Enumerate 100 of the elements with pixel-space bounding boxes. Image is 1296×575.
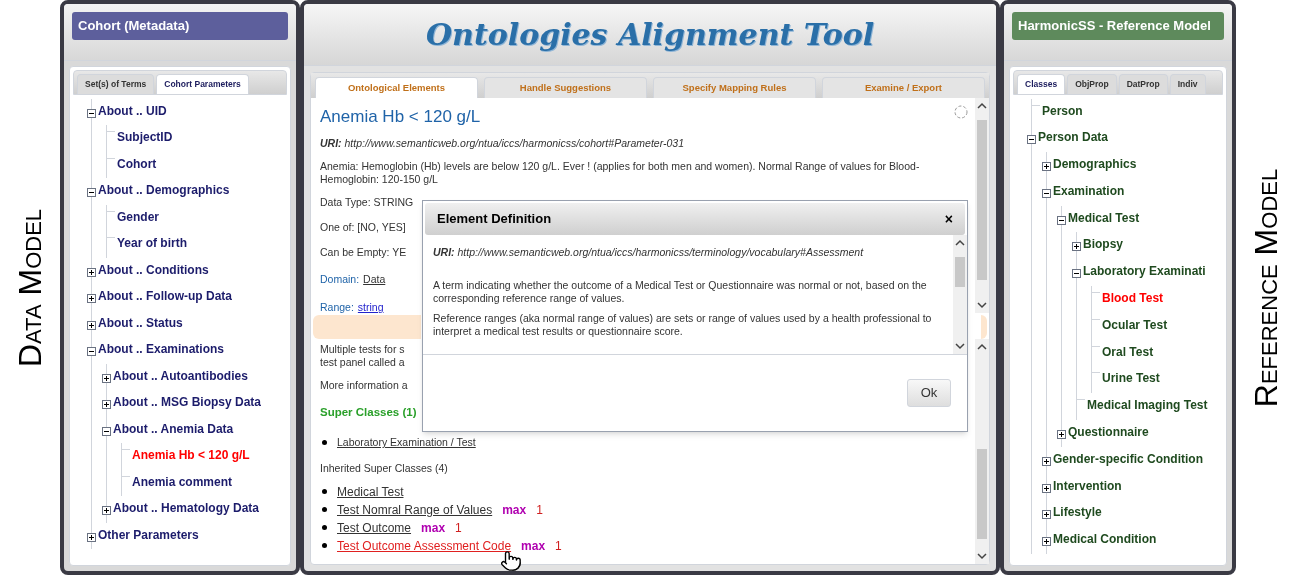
field-label: Range: (320, 300, 354, 316)
bullet-icon (322, 507, 327, 512)
scrollbar-thumb[interactable] (955, 257, 965, 287)
tree-item[interactable]: Cohort (117, 154, 157, 173)
tree-item[interactable]: Year of birth (117, 234, 187, 252)
class-link[interactable]: Laboratory Examination / Test (337, 435, 476, 451)
ok-button[interactable]: Ok (907, 379, 951, 407)
scroll-up-icon[interactable] (977, 343, 987, 351)
section-heading: Inherited Super Classes (4) (320, 460, 449, 476)
restriction-keyword: max (421, 519, 446, 537)
tree-item[interactable]: Oral Test (1102, 342, 1154, 361)
tree-item[interactable]: About .. Follow-up Data (98, 287, 232, 305)
description-text: Anemia: Hemoglobin (Hb) levels are below 120 g/L. Ever ! (applies for both men and women). Normal Range of values for Blood-Hemoglobin: 120-150 g/L (320, 160, 921, 187)
tree-item[interactable]: Other Parameters (98, 525, 199, 544)
tree-item[interactable]: Anemia Hb < 120 g/L (132, 446, 250, 464)
scroll-up-icon[interactable] (955, 239, 965, 247)
tree-item[interactable]: About .. Status (98, 313, 183, 332)
tree-item[interactable]: Lifestyle (1053, 503, 1102, 522)
collapse-icon[interactable] (1057, 215, 1066, 225)
range-link[interactable]: string (357, 300, 384, 316)
expand-icon[interactable] (1042, 162, 1051, 172)
tab[interactable]: ObjProp (1067, 73, 1117, 94)
tree-item[interactable]: SubjectID (117, 128, 173, 146)
notice-bar (981, 315, 987, 339)
element-heading: Anemia Hb < 120 g/L (320, 106, 481, 128)
tab[interactable]: DatProp (1118, 73, 1168, 94)
scrollbar[interactable] (975, 339, 989, 564)
expand-icon[interactable] (1057, 430, 1066, 440)
scrollbar-thumb[interactable] (977, 120, 987, 280)
tree-item[interactable]: About .. Demographics (98, 181, 230, 199)
expand-icon[interactable] (102, 506, 111, 515)
bullet-icon (322, 543, 327, 548)
tree-item[interactable]: Intervention (1053, 476, 1122, 495)
definition-text: Reference ranges (aka normal range of values) are sets or range of values used by a health professional to interpret a medical test results or questionnaire score. (433, 311, 933, 338)
tree-item[interactable]: Person (1042, 101, 1083, 120)
tree-item[interactable]: About .. Hematology Data (113, 499, 259, 517)
note-text: Multiple tests for s test panel called a (320, 343, 405, 369)
expand-icon[interactable] (87, 267, 96, 277)
tree-item[interactable]: Laboratory Examinati (1083, 262, 1206, 281)
tree-item[interactable]: Ocular Test (1102, 315, 1168, 334)
fact-text: Can be Empty: YE (320, 244, 407, 260)
expand-icon[interactable] (1042, 537, 1051, 547)
scrollbar[interactable] (953, 235, 967, 354)
tab[interactable]: Cohort Parameters (156, 73, 249, 94)
tree-item[interactable]: About .. Examinations (98, 340, 224, 358)
expand-icon[interactable] (1042, 456, 1051, 466)
expand-icon[interactable] (87, 320, 96, 330)
cardinality-value: 1 (455, 519, 462, 537)
collapse-icon[interactable] (1072, 269, 1081, 279)
tree-item[interactable]: Biopsy (1083, 235, 1123, 254)
tree-item[interactable]: About .. Autoantibodies (113, 366, 248, 385)
class-link[interactable]: Test Nomral Range of Values (337, 500, 493, 519)
scroll-down-icon[interactable] (977, 301, 987, 309)
scrollbar-thumb[interactable] (977, 449, 987, 539)
collapse-icon[interactable] (1042, 188, 1051, 198)
uri-text: URI: http://www.semanticweb.org/ntua/iccs/harmonicss/cohort#Parameter-031 (320, 135, 685, 151)
tree-item[interactable]: Medical Condition (1053, 530, 1157, 549)
tree-item[interactable]: Medical Test (1068, 208, 1140, 227)
expand-icon[interactable] (1042, 483, 1051, 493)
scroll-up-icon[interactable] (977, 102, 987, 110)
fact-text: One of: [NO, YES] (320, 220, 406, 235)
tree-item[interactable]: Urine Test (1102, 369, 1160, 388)
tree-item[interactable]: About .. MSG Biopsy Data (113, 393, 261, 411)
tree-item[interactable]: About .. Anemia Data (113, 419, 234, 438)
expand-icon[interactable] (1042, 510, 1051, 520)
tree-item[interactable]: Blood Test (1102, 289, 1164, 308)
tab[interactable]: Set(s) of Terms (77, 73, 155, 94)
tree-item[interactable]: Demographics (1053, 155, 1137, 174)
tree-item[interactable]: Gender (117, 207, 159, 226)
tab[interactable]: Ontological Elements (315, 77, 478, 98)
tree-item[interactable]: Person Data (1038, 128, 1109, 147)
tree-item[interactable]: Questionnaire (1068, 423, 1149, 442)
tree-item[interactable]: Gender-specific Condition (1053, 449, 1203, 468)
expand-icon[interactable] (87, 294, 96, 303)
scroll-down-icon[interactable] (955, 342, 965, 350)
class-link[interactable]: Test Outcome (337, 518, 412, 537)
tree-item[interactable]: Anemia comment (132, 472, 233, 491)
tree-item[interactable]: About .. UID (98, 101, 167, 120)
domain-link[interactable]: Data (363, 271, 386, 288)
expand-icon[interactable] (102, 400, 111, 409)
expand-icon[interactable] (1072, 242, 1081, 252)
class-link[interactable]: Medical Test (337, 482, 404, 501)
class-link[interactable]: Test Outcome Assessment Code (337, 536, 512, 555)
expand-icon[interactable] (87, 532, 96, 542)
uri-text: URI: http://www.semanticweb.org/ntua/iccs/harmonicss/terminology/vocabulary#Assessment (433, 245, 865, 260)
expand-icon[interactable] (102, 373, 111, 383)
scroll-down-icon[interactable] (977, 552, 987, 560)
close-button[interactable]: × (944, 208, 953, 230)
tab[interactable]: Classes (1017, 73, 1066, 94)
tree-item[interactable]: About .. Conditions (98, 260, 209, 279)
collapse-icon[interactable] (87, 108, 96, 118)
collapse-icon[interactable] (102, 426, 111, 436)
tab[interactable]: Indiv (1169, 73, 1206, 94)
tree-item[interactable]: Examination (1053, 181, 1125, 200)
collapse-icon[interactable] (1027, 135, 1036, 145)
collapse-icon[interactable] (87, 188, 96, 197)
scrollbar[interactable] (975, 98, 989, 313)
panel-title: Cohort (Metadata) (72, 12, 288, 40)
collapse-icon[interactable] (87, 347, 96, 356)
tree-item[interactable]: Medical Imaging Test (1087, 396, 1208, 415)
